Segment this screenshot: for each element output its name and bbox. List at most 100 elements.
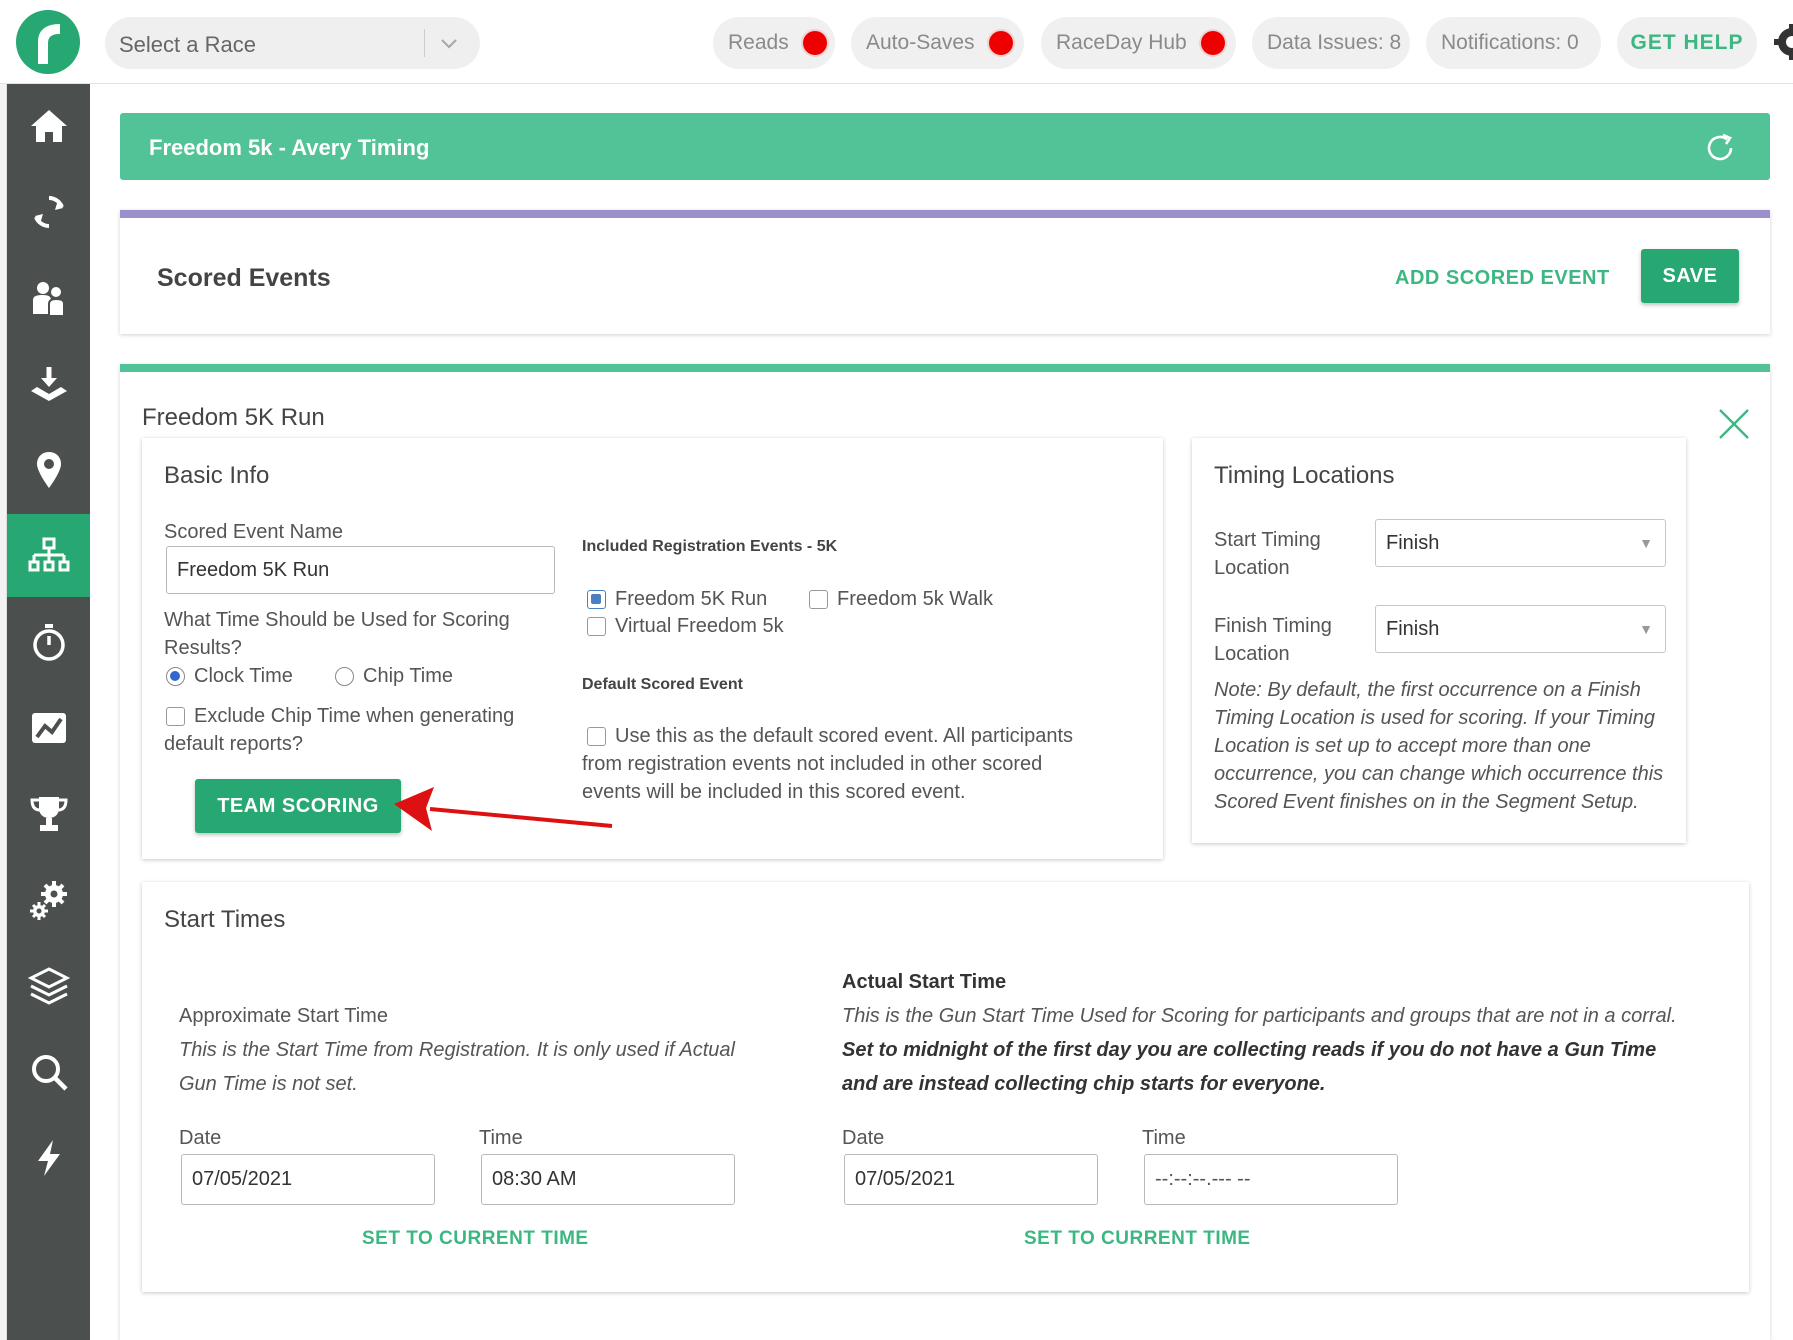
- finish-timing-label-line2: Location: [1214, 643, 1290, 665]
- default-scored-event-line3: events will be included in this scored e…: [582, 781, 966, 803]
- exclude-chip-time-checkbox[interactable]: [166, 707, 185, 726]
- actual-start-desc-line1: This is the Gun Start Time Used for Scor…: [842, 1005, 1677, 1027]
- finish-timing-label-line1: Finish Timing: [1214, 615, 1332, 637]
- raceday-hub-status-dot: [1200, 31, 1225, 55]
- gear-icon[interactable]: [1770, 22, 1793, 62]
- start-times-title: Start Times: [164, 906, 286, 933]
- exclude-chip-time-line2: default reports?: [164, 733, 303, 755]
- timing-note-line4: occurrence, you can change which occurre…: [1214, 763, 1664, 785]
- reg-event-checkbox-freedom-5k-walk[interactable]: [809, 590, 828, 609]
- timing-locations-panel: Timing Locations Start Timing Location F…: [1192, 438, 1686, 843]
- trophy-icon: [29, 796, 68, 831]
- start-times-panel: Start Times Approximate Start Time This …: [142, 882, 1749, 1292]
- chip-time-radio[interactable]: [335, 667, 354, 686]
- actual-time-input[interactable]: --:--:--.--- --: [1144, 1154, 1398, 1205]
- default-scored-event-checkbox[interactable]: [587, 727, 606, 746]
- reg-event-label-virtual-freedom-5k: Virtual Freedom 5k: [615, 615, 784, 637]
- actual-set-current-time-button[interactable]: SET TO CURRENT TIME: [1024, 1228, 1251, 1250]
- refresh-icon[interactable]: [1703, 131, 1737, 165]
- reg-event-checkbox-virtual-freedom-5k[interactable]: [587, 617, 606, 636]
- actual-start-bold-line2: and are instead collecting chip starts f…: [842, 1073, 1326, 1095]
- finish-timing-location-select[interactable]: Finish ▼: [1375, 605, 1666, 653]
- approx-start-title: Approximate Start Time: [179, 1005, 388, 1027]
- sidebar-item-locations[interactable]: [7, 428, 90, 511]
- location-pin-icon: [36, 451, 61, 488]
- raceday-hub-label: RaceDay Hub: [1056, 31, 1187, 54]
- default-scored-event-line1: Use this as the default scored event. Al…: [615, 725, 1074, 747]
- basic-info-title: Basic Info: [164, 462, 270, 489]
- sidebar-item-home[interactable]: [7, 84, 90, 167]
- sidebar-item-layers[interactable]: [7, 944, 90, 1027]
- search-icon: [31, 1054, 68, 1091]
- autosaves-label: Auto-Saves: [866, 31, 975, 54]
- race-header: Freedom 5k - Avery Timing: [120, 113, 1770, 180]
- approx-start-desc-line1: This is the Start Time from Registration…: [179, 1039, 735, 1061]
- sidebar: [7, 84, 90, 1340]
- time-question-line1: What Time Should be Used for Scoring: [164, 609, 510, 631]
- add-scored-event-button[interactable]: ADD SCORED EVENT: [1395, 267, 1610, 290]
- start-timing-location-select[interactable]: Finish ▼: [1375, 519, 1666, 567]
- get-help-label: GET HELP: [1630, 31, 1744, 54]
- sidebar-item-participants[interactable]: [7, 256, 90, 339]
- default-scored-event-line2: from registration events not included in…: [582, 753, 1043, 775]
- time-question-line2: Results?: [164, 637, 242, 659]
- start-timing-label-line1: Start Timing: [1214, 529, 1321, 551]
- sidebar-item-scored-events[interactable]: [7, 514, 90, 597]
- sidebar-item-quick-actions[interactable]: [7, 1116, 90, 1199]
- notifications-label: Notifications: 0: [1441, 31, 1579, 54]
- race-select-placeholder: Select a Race: [119, 32, 256, 57]
- exclude-chip-time-line1: Exclude Chip Time when generating: [194, 705, 515, 727]
- reads-status-dot: [802, 31, 827, 55]
- actual-start-title: Actual Start Time: [842, 971, 1007, 993]
- lightning-icon: [37, 1139, 60, 1176]
- import-icon: [30, 366, 67, 401]
- included-reg-events-title: Included Registration Events - 5K: [582, 538, 838, 555]
- approx-date-input[interactable]: 07/05/2021: [181, 1154, 435, 1205]
- sidebar-item-results[interactable]: [7, 686, 90, 769]
- start-timing-location-value: Finish: [1386, 532, 1440, 554]
- dropdown-arrow-icon: ▼: [1639, 535, 1653, 551]
- reg-event-label-freedom-5k-walk: Freedom 5k Walk: [837, 588, 993, 610]
- team-scoring-button[interactable]: TEAM SCORING: [195, 779, 401, 833]
- line-chart-icon: [31, 712, 66, 743]
- sidebar-item-timing[interactable]: [7, 600, 90, 683]
- sidebar-item-settings[interactable]: [7, 858, 90, 941]
- autosaves-status[interactable]: Auto-Saves: [851, 17, 1024, 69]
- sidebar-item-search[interactable]: [7, 1030, 90, 1113]
- approx-date-label: Date: [179, 1127, 222, 1149]
- approx-set-current-time-button[interactable]: SET TO CURRENT TIME: [362, 1228, 589, 1250]
- data-issues-button[interactable]: Data Issues: 8: [1252, 17, 1410, 69]
- scored-events-card: Scored Events ADD SCORED EVENT SAVE: [120, 210, 1770, 334]
- hierarchy-icon: [28, 537, 69, 571]
- race-select[interactable]: Select a Race: [105, 17, 480, 69]
- participants-icon: [32, 281, 65, 317]
- notifications-button[interactable]: Notifications: 0: [1426, 17, 1601, 69]
- save-button[interactable]: SAVE: [1641, 249, 1739, 303]
- close-icon[interactable]: [1718, 408, 1750, 440]
- get-help-button[interactable]: GET HELP: [1617, 17, 1757, 69]
- sidebar-item-awards[interactable]: [7, 772, 90, 855]
- scored-event-name-input[interactable]: Freedom 5K Run: [166, 546, 555, 594]
- approx-time-input[interactable]: 08:30 AM: [481, 1154, 735, 1205]
- gears-icon: [29, 880, 67, 920]
- timing-note-line3: Location is set up to accept more than o…: [1214, 735, 1591, 757]
- actual-date-input[interactable]: 07/05/2021: [844, 1154, 1098, 1205]
- scored-event-name-label: Scored Event Name: [164, 521, 343, 543]
- reads-status[interactable]: Reads: [713, 17, 835, 69]
- timing-note-line5: Scored Event finishes on in the Segment …: [1214, 791, 1639, 813]
- chevron-down-icon[interactable]: [437, 31, 461, 55]
- left-edge: [0, 84, 7, 1340]
- scored-event-card: Freedom 5K Run Basic Info Scored Event N…: [120, 364, 1770, 1340]
- raceday-hub-status[interactable]: RaceDay Hub: [1041, 17, 1236, 69]
- timing-note-line2: Timing Location is used for scoring. If …: [1214, 707, 1655, 729]
- approx-start-desc-line2: Gun Time is not set.: [179, 1073, 358, 1095]
- autosaves-status-dot: [988, 31, 1013, 55]
- reg-event-checkbox-freedom-5k-run[interactable]: [587, 590, 606, 609]
- race-title: Freedom 5k - Avery Timing: [149, 135, 430, 160]
- clock-time-radio[interactable]: [166, 667, 185, 686]
- basic-info-panel: Basic Info Scored Event Name Freedom 5K …: [142, 438, 1163, 859]
- app-logo[interactable]: [16, 10, 80, 74]
- actual-date-label: Date: [842, 1127, 885, 1149]
- sidebar-item-import[interactable]: [7, 342, 90, 425]
- sidebar-item-sync[interactable]: [7, 170, 90, 253]
